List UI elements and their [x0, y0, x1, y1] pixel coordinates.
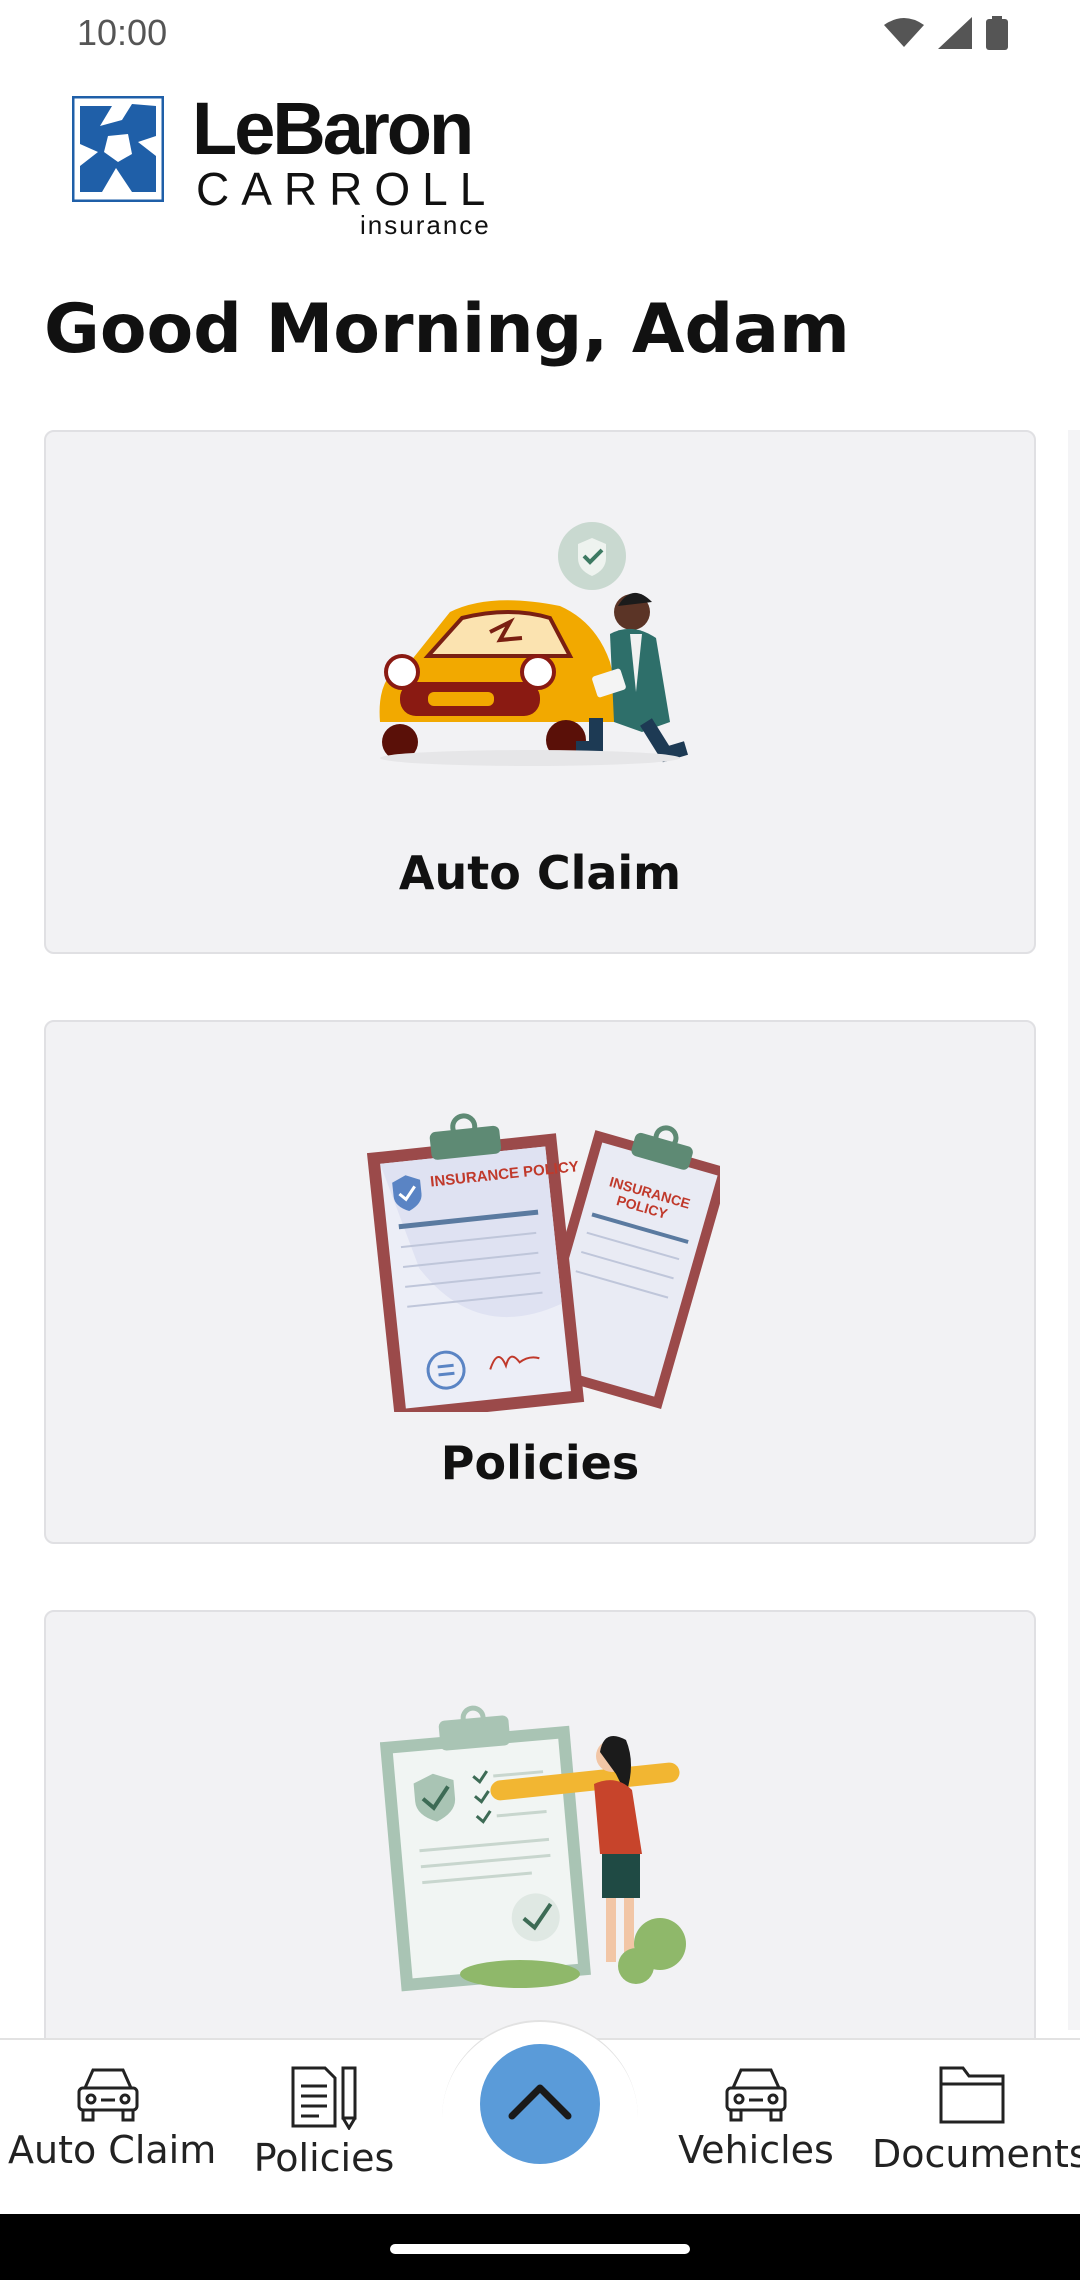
nav-label-vehicles: Vehicles	[678, 2128, 834, 2172]
nav-label-policies: Policies	[253, 2136, 395, 2180]
chevron-up-icon	[508, 2084, 572, 2120]
company-logo: LeBaron CARROLL insurance	[72, 87, 502, 242]
insurance-policy-illustration: INSURANCE POLICY INSURANCE POLICY	[366, 1113, 720, 1412]
scroll-edge	[1068, 430, 1080, 2030]
folder-icon	[939, 2066, 1005, 2124]
wifi-icon	[884, 18, 924, 47]
nav-item-vehicles[interactable]: Vehicles	[656, 2064, 856, 2172]
home-gesture-handle[interactable]	[390, 2244, 690, 2254]
system-gesture-bar	[0, 2214, 1080, 2280]
car-icon	[725, 2068, 787, 2122]
greeting-title: Good Morning, Adam	[44, 290, 850, 369]
car-claim-illustration	[379, 522, 689, 766]
car-icon	[77, 2068, 139, 2122]
logo-text-insurance: insurance	[360, 210, 491, 240]
nav-item-auto-claim[interactable]: Auto Claim	[8, 2064, 217, 2172]
status-time: 10:00	[77, 12, 168, 53]
nav-label-auto-claim: Auto Claim	[8, 2128, 217, 2172]
nav-label-documents: Documents	[872, 2132, 1080, 2176]
auto-claim-card[interactable]: Auto Claim	[44, 430, 1036, 954]
policies-card-label: Policies	[440, 1436, 640, 1490]
auto-claim-card-label: Auto Claim	[398, 846, 682, 900]
logo-text-lebaron: LeBaron	[192, 87, 474, 170]
lion-shield-logo-icon	[72, 96, 164, 202]
nav-item-documents[interactable]: Documents	[872, 2064, 1080, 2176]
logo-text-carroll: CARROLL	[196, 163, 498, 215]
expand-menu-button[interactable]	[480, 2044, 600, 2164]
policies-card[interactable]: INSURANCE POLICY INSURANCE POLICY Polici…	[44, 1020, 1036, 1544]
cellular-signal-icon	[938, 17, 972, 49]
status-icons	[884, 16, 1008, 50]
status-bar: 10:00	[0, 0, 1080, 70]
nav-item-policies[interactable]: Policies	[224, 2064, 424, 2180]
battery-icon	[986, 16, 1008, 50]
document-pen-icon	[291, 2066, 357, 2130]
checklist-illustration	[380, 1705, 686, 1992]
